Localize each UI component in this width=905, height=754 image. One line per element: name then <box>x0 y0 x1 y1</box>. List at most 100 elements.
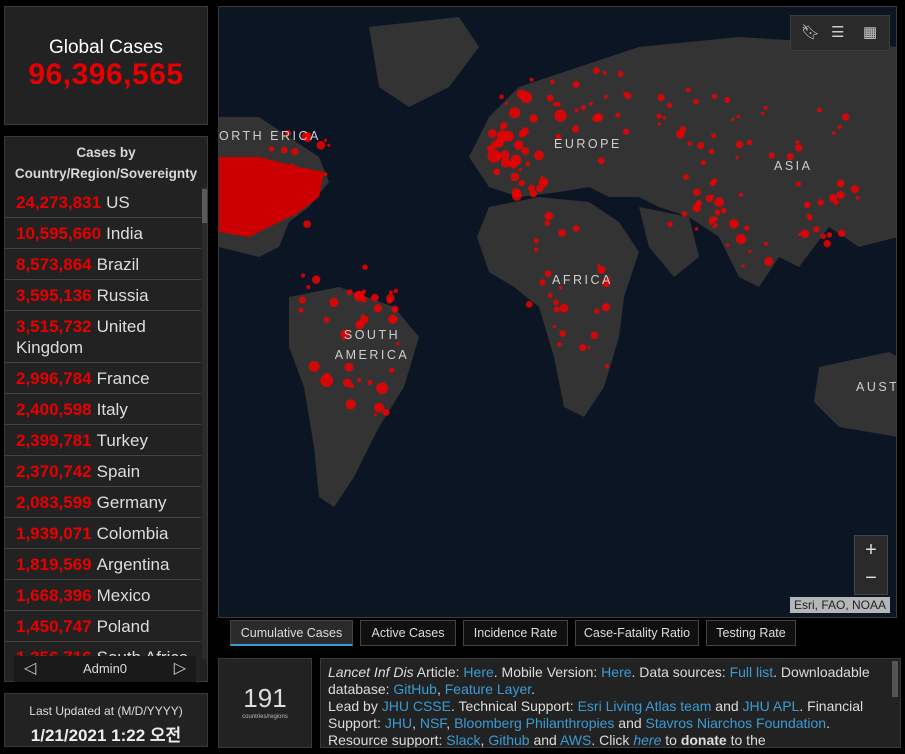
case-marker[interactable] <box>714 197 724 208</box>
case-marker[interactable] <box>832 131 836 135</box>
case-marker[interactable] <box>594 308 600 314</box>
case-marker[interactable] <box>298 296 306 304</box>
case-marker[interactable] <box>499 94 504 100</box>
case-marker[interactable] <box>579 344 587 352</box>
case-marker[interactable] <box>708 148 715 154</box>
case-marker[interactable] <box>720 207 727 214</box>
case-marker[interactable] <box>291 148 299 156</box>
case-marker[interactable] <box>353 290 365 302</box>
case-marker[interactable] <box>667 221 673 227</box>
case-marker[interactable] <box>513 140 524 150</box>
feature-layer-link[interactable]: Feature Layer <box>445 681 531 697</box>
case-marker[interactable] <box>553 299 559 306</box>
case-marker[interactable] <box>546 94 554 102</box>
case-marker[interactable] <box>795 140 800 144</box>
case-marker[interactable] <box>837 125 842 130</box>
case-marker[interactable] <box>510 172 520 182</box>
case-marker[interactable] <box>547 292 553 298</box>
case-marker[interactable] <box>323 138 328 142</box>
case-marker[interactable] <box>842 113 850 121</box>
donate-here-link[interactable]: here <box>633 732 661 747</box>
case-marker[interactable] <box>729 219 739 229</box>
case-marker[interactable] <box>540 176 544 180</box>
case-marker[interactable] <box>329 297 339 308</box>
case-marker[interactable] <box>709 221 713 225</box>
case-marker[interactable] <box>836 190 845 200</box>
github2-link[interactable]: Github <box>488 732 529 747</box>
case-marker[interactable] <box>687 141 692 146</box>
case-marker[interactable] <box>553 306 560 313</box>
case-marker[interactable] <box>850 185 859 193</box>
case-marker[interactable] <box>735 140 744 149</box>
case-marker[interactable] <box>589 101 593 106</box>
case-marker[interactable] <box>813 226 820 233</box>
case-marker[interactable] <box>539 279 546 286</box>
case-marker[interactable] <box>511 187 521 197</box>
case-marker[interactable] <box>711 133 717 139</box>
case-marker[interactable] <box>826 232 833 238</box>
world-map[interactable]: ORTH ERICA EUROPE ASIA AFRICA SOUTH AMER… <box>218 6 897 618</box>
case-marker[interactable] <box>738 192 743 197</box>
case-marker[interactable] <box>301 273 306 278</box>
case-marker[interactable] <box>695 200 702 207</box>
case-marker[interactable] <box>386 298 393 304</box>
bookmark-icon[interactable]: 🔖︎ <box>801 23 820 41</box>
case-marker[interactable] <box>693 98 699 105</box>
case-marker[interactable] <box>746 139 753 146</box>
case-marker[interactable] <box>518 168 522 172</box>
case-marker[interactable] <box>798 232 802 237</box>
case-marker[interactable] <box>597 264 600 267</box>
case-marker[interactable] <box>559 303 569 313</box>
case-marker[interactable] <box>503 130 514 142</box>
slack-link[interactable]: Slack <box>446 732 480 747</box>
country-list[interactable]: 24,273,831 US 10,595,660 India 8,573,864 Braz… <box>5 187 201 659</box>
case-marker[interactable] <box>504 102 508 105</box>
case-marker[interactable] <box>525 301 533 308</box>
case-marker[interactable] <box>837 229 846 237</box>
case-marker[interactable] <box>594 112 604 122</box>
case-marker[interactable] <box>713 223 718 227</box>
case-marker[interactable] <box>509 160 518 169</box>
tab-active-cases[interactable]: Active Cases <box>360 620 456 646</box>
case-marker[interactable] <box>580 105 586 111</box>
country-row[interactable]: 2,083,599 Germany <box>5 487 201 518</box>
stavros-link[interactable]: Stavros Niarchos Foundation <box>646 715 827 731</box>
case-marker[interactable] <box>855 195 860 200</box>
case-marker[interactable] <box>534 150 544 161</box>
jhu-apl-link[interactable]: JHU APL <box>743 698 800 714</box>
case-marker[interactable] <box>389 367 395 373</box>
case-marker[interactable] <box>576 82 580 86</box>
tab-incidence-rate[interactable]: Incidence Rate <box>463 620 568 646</box>
case-marker[interactable] <box>371 293 379 302</box>
case-marker[interactable] <box>571 125 580 133</box>
case-marker[interactable] <box>804 201 811 209</box>
country-row[interactable]: 24,273,831 US <box>5 187 201 218</box>
case-marker[interactable] <box>525 161 531 166</box>
country-row[interactable]: 2,400,598 Italy <box>5 394 201 425</box>
tab-cumulative-cases[interactable]: Cumulative Cases <box>230 620 353 646</box>
case-marker[interactable] <box>544 211 554 221</box>
country-row[interactable]: 10,595,660 India <box>5 218 201 249</box>
case-marker[interactable] <box>794 144 803 152</box>
case-marker[interactable] <box>373 304 383 313</box>
credits-scrollbar[interactable] <box>892 661 898 697</box>
country-row[interactable]: 1,819,569 Argentina <box>5 549 201 580</box>
country-row[interactable]: 3,515,732 United Kingdom <box>5 311 201 363</box>
case-marker[interactable] <box>817 199 824 206</box>
case-marker[interactable] <box>603 94 608 99</box>
case-marker[interactable] <box>544 270 552 278</box>
case-marker[interactable] <box>601 303 611 312</box>
case-marker[interactable] <box>744 225 750 231</box>
nsf-link[interactable]: NSF <box>420 715 446 731</box>
case-marker[interactable] <box>345 399 356 410</box>
case-marker[interactable] <box>768 152 775 159</box>
case-marker[interactable] <box>597 157 605 165</box>
case-marker[interactable] <box>662 115 667 120</box>
zoom-out-button[interactable]: − <box>855 564 887 592</box>
case-marker[interactable] <box>516 89 526 99</box>
case-marker[interactable] <box>521 147 530 155</box>
case-marker[interactable] <box>382 408 390 416</box>
case-marker[interactable] <box>604 364 610 369</box>
case-marker[interactable] <box>391 305 399 313</box>
case-marker[interactable] <box>528 184 535 192</box>
